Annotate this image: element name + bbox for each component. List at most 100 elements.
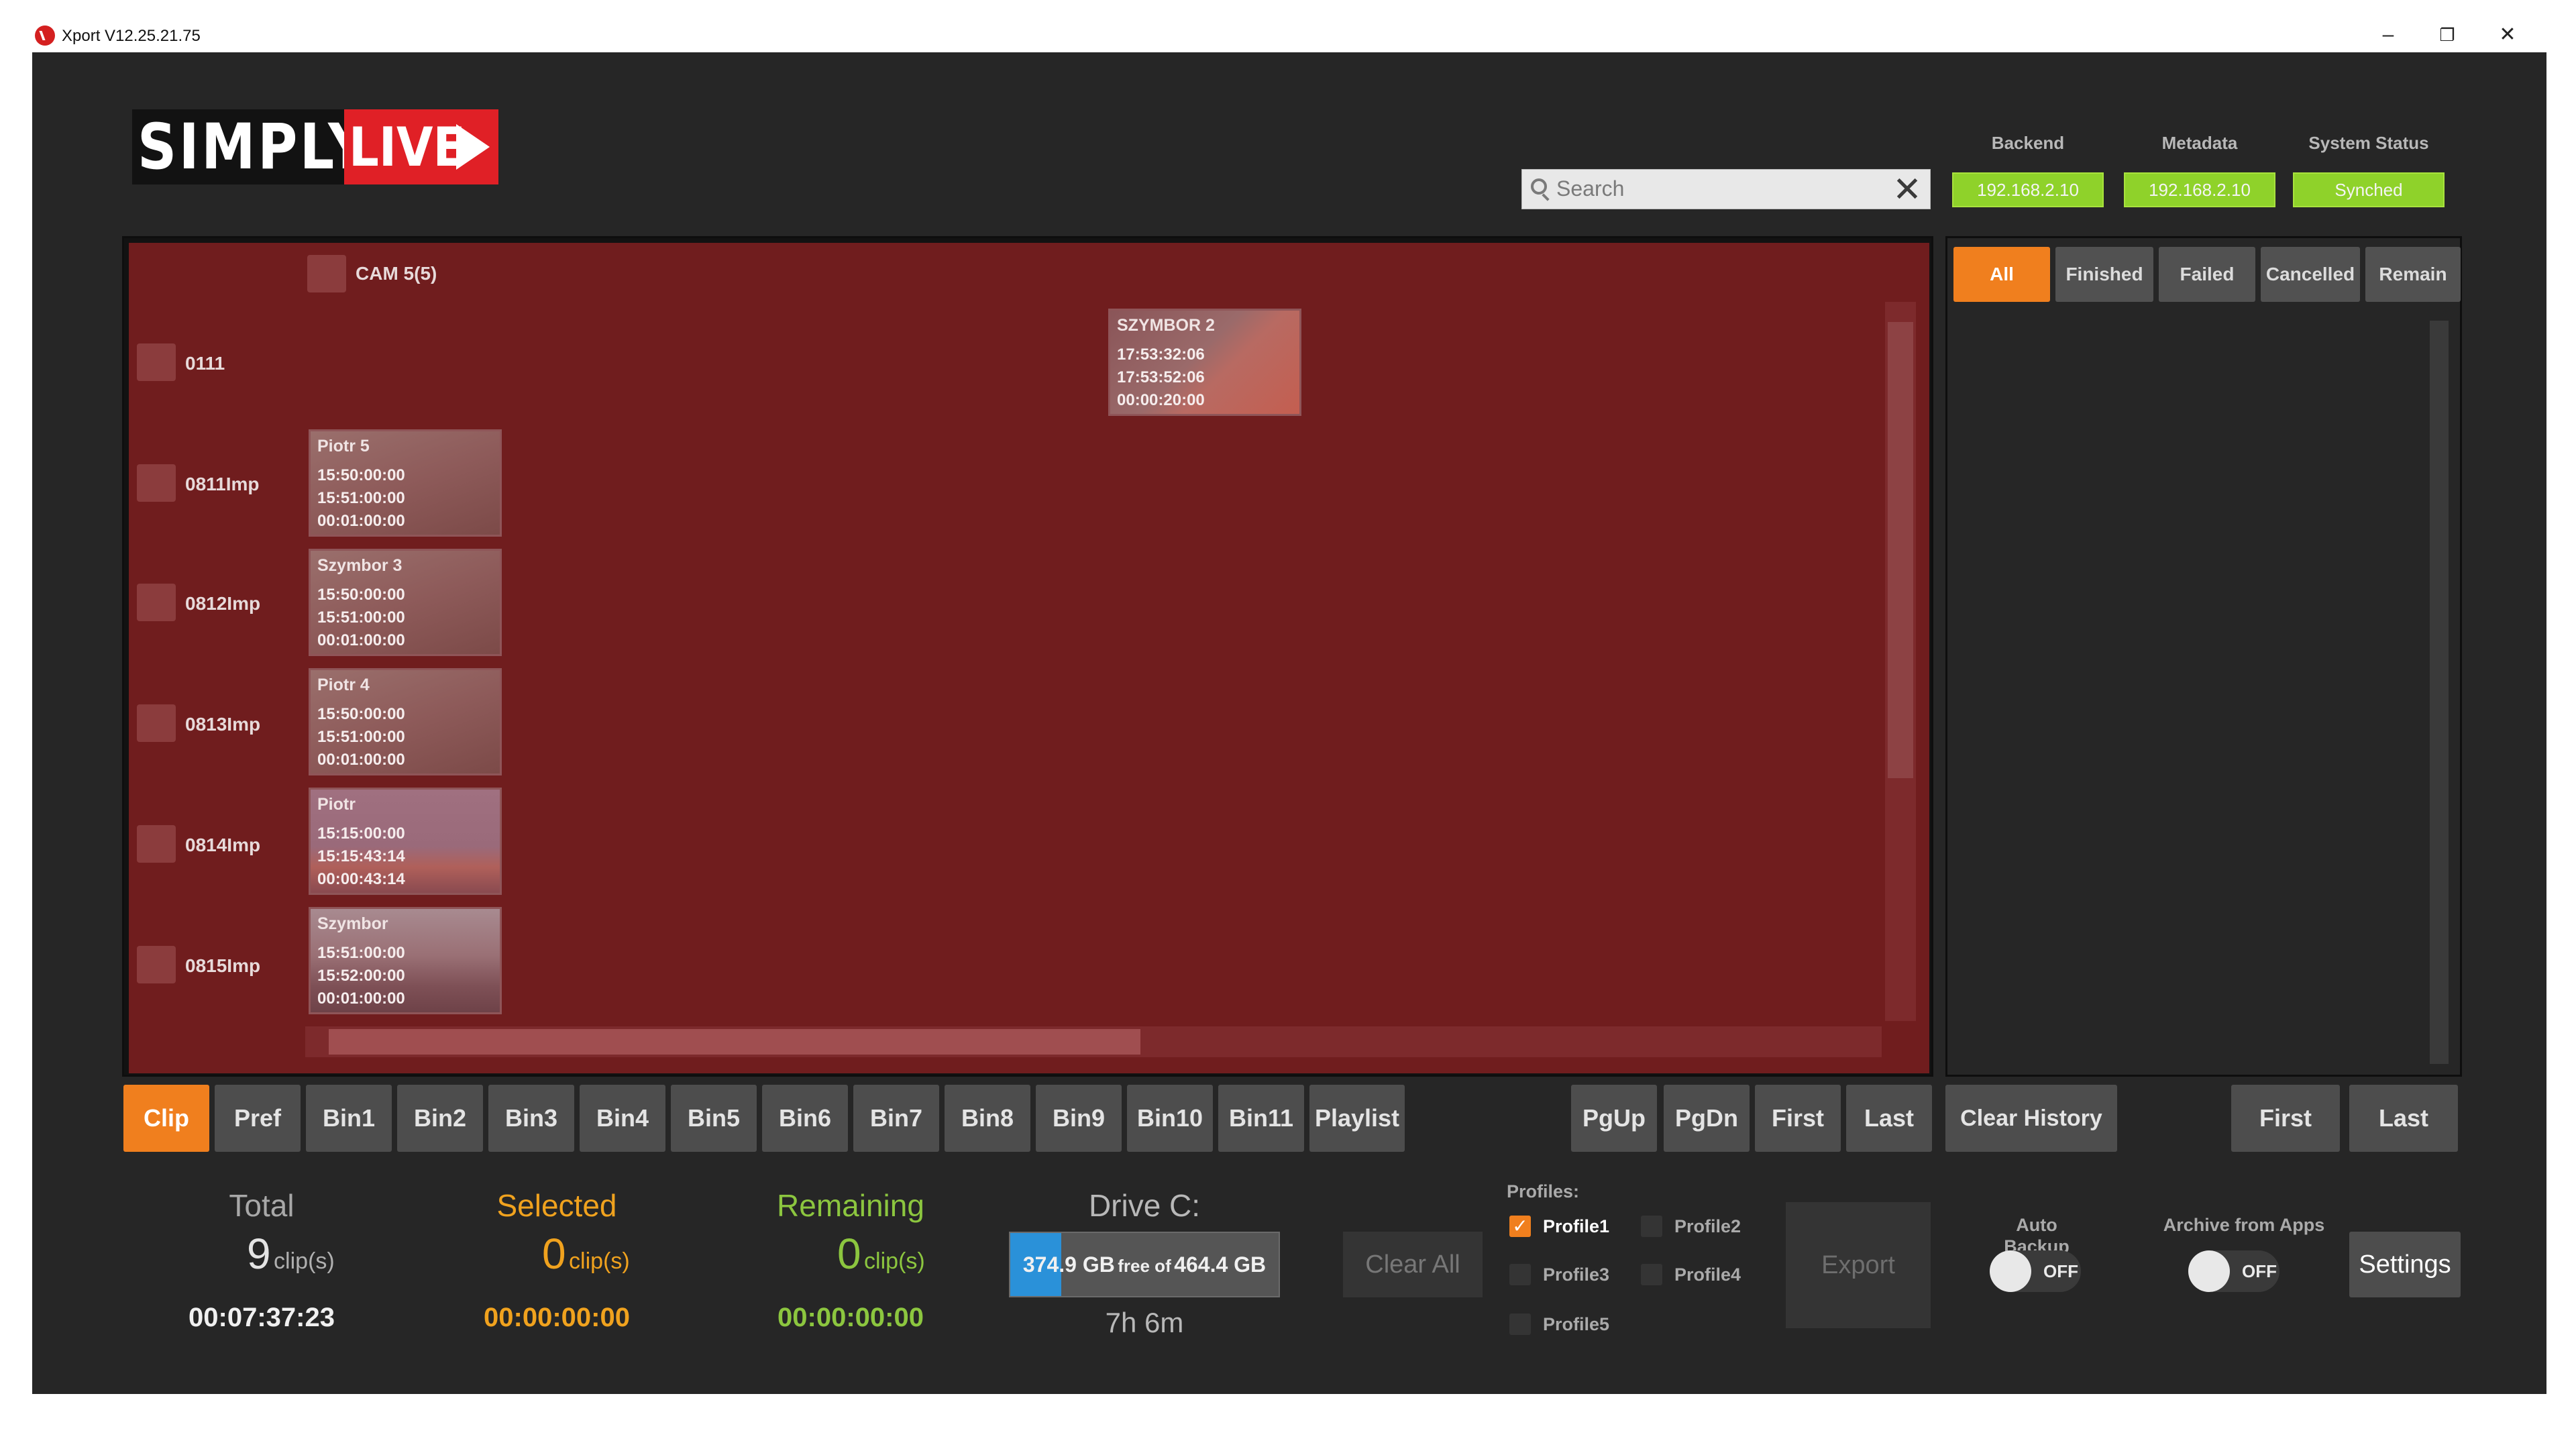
drive-time-left: 7h 6m <box>1105 1307 1184 1338</box>
filter-remain-button[interactable]: Remain <box>2365 247 2461 302</box>
restore-button[interactable]: ❐ <box>2427 21 2467 48</box>
selected-count: 0 <box>542 1230 566 1278</box>
tab-bin1[interactable]: Bin1 <box>306 1085 392 1152</box>
selected-unit: clip(s) <box>569 1248 630 1274</box>
clip-out-time: 15:51:00:00 <box>317 608 405 627</box>
clip-out-time: 15:51:00:00 <box>317 728 405 746</box>
page-down-button[interactable]: PgDn <box>1664 1085 1750 1152</box>
camera-checkbox[interactable] <box>307 255 346 292</box>
clip-out-time: 15:15:43:14 <box>317 847 405 865</box>
profile5-label: Profile5 <box>1543 1314 1610 1334</box>
first-page-button[interactable]: First <box>1755 1085 1841 1152</box>
history-scrollbar[interactable] <box>2430 321 2449 1064</box>
drive-usage-text: 374.9 GB free of 464.4 GB <box>1010 1233 1279 1296</box>
clip-in-time: 15:51:00:00 <box>317 944 405 962</box>
total-count-group: 9 clip(s) <box>247 1229 335 1279</box>
profile4-checkbox[interactable] <box>1641 1264 1662 1285</box>
clip-thumbnail[interactable]: Piotr 5 15:50:00:00 15:51:00:00 00:01:00… <box>309 429 502 537</box>
tab-bin11[interactable]: Bin11 <box>1218 1085 1304 1152</box>
clip-name: Piotr <box>317 795 356 814</box>
archive-toggle-knob[interactable] <box>2188 1250 2230 1292</box>
clear-history-button[interactable]: Clear History <box>1945 1085 2117 1152</box>
profile3-label: Profile3 <box>1543 1265 1610 1285</box>
row-checkbox[interactable] <box>137 946 176 983</box>
clip-duration: 00:00:20:00 <box>1117 391 1205 409</box>
tab-bin10[interactable]: Bin10 <box>1127 1085 1213 1152</box>
history-panel <box>1945 236 2462 1077</box>
clip-in-time: 17:53:32:06 <box>1117 345 1205 364</box>
metadata-label: Metadata <box>2161 133 2238 153</box>
tab-bin9[interactable]: Bin9 <box>1036 1085 1122 1152</box>
system-status: Synched <box>2293 172 2445 207</box>
clip-duration: 00:01:00:00 <box>317 631 405 649</box>
total-duration: 00:07:37:23 <box>189 1303 335 1332</box>
system-status-label: System Status <box>2308 133 2429 153</box>
logo-play-icon <box>456 124 490 170</box>
filter-finished-button[interactable]: Finished <box>2055 247 2153 302</box>
clip-vertical-scroll-thumb[interactable] <box>1888 322 1913 778</box>
tab-bin2[interactable]: Bin2 <box>397 1085 483 1152</box>
clip-name: Szymbor 3 <box>317 556 402 575</box>
clip-thumbnail[interactable]: SZYMBOR 2 17:53:32:06 17:53:52:06 00:00:… <box>1108 309 1301 416</box>
close-button[interactable]: ✕ <box>2487 21 2528 48</box>
drive-free: 374.9 GB <box>1022 1252 1115 1277</box>
minimize-button[interactable]: – <box>2368 21 2408 48</box>
profile5-checkbox[interactable] <box>1509 1313 1531 1335</box>
export-button[interactable]: Export <box>1786 1202 1931 1328</box>
tab-bin3[interactable]: Bin3 <box>488 1085 574 1152</box>
tab-bin4[interactable]: Bin4 <box>580 1085 665 1152</box>
page-up-button[interactable]: PgUp <box>1571 1085 1657 1152</box>
remaining-count: 0 <box>837 1230 861 1278</box>
clip-in-time: 15:15:00:00 <box>317 824 405 843</box>
archive-label: Archive from Apps <box>2163 1215 2325 1235</box>
clear-all-button[interactable]: Clear All <box>1343 1232 1483 1297</box>
clip-duration: 00:01:00:00 <box>317 751 405 769</box>
clear-search-icon[interactable]: ✕ <box>1890 172 1924 207</box>
settings-button[interactable]: Settings <box>2349 1232 2461 1297</box>
filter-cancelled-button[interactable]: Cancelled <box>2261 247 2360 302</box>
total-unit: clip(s) <box>274 1248 335 1274</box>
tab-bin5[interactable]: Bin5 <box>671 1085 757 1152</box>
clip-in-time: 15:50:00:00 <box>317 586 405 604</box>
search-input[interactable] <box>1555 172 1877 205</box>
clip-out-time: 17:53:52:06 <box>1117 368 1205 386</box>
profile4-label: Profile4 <box>1674 1265 1741 1285</box>
row-checkbox[interactable] <box>137 584 176 621</box>
tab-pref[interactable]: Pref <box>215 1085 301 1152</box>
row-checkbox[interactable] <box>137 464 176 502</box>
filter-failed-button[interactable]: Failed <box>2159 247 2255 302</box>
row-checkbox[interactable] <box>137 343 176 381</box>
clip-thumbnail[interactable]: Szymbor 15:51:00:00 15:52:00:00 00:01:00… <box>309 907 502 1014</box>
camera-label: CAM 5(5) <box>356 263 437 284</box>
row-label: 0812Imp <box>185 593 261 614</box>
tab-bin7[interactable]: Bin7 <box>853 1085 939 1152</box>
profile2-checkbox[interactable] <box>1641 1216 1662 1237</box>
logo-text-live: LIVE <box>349 116 466 178</box>
tab-bin6[interactable]: Bin6 <box>762 1085 848 1152</box>
clip-out-time: 15:51:00:00 <box>317 489 405 507</box>
history-first-button[interactable]: First <box>2231 1085 2340 1152</box>
remaining-duration: 00:00:00:00 <box>777 1303 924 1332</box>
clip-thumbnail[interactable]: Piotr 4 15:50:00:00 15:51:00:00 00:01:00… <box>309 668 502 775</box>
profile3-checkbox[interactable] <box>1509 1264 1531 1285</box>
backend-label: Backend <box>1991 133 2065 153</box>
row-checkbox[interactable] <box>137 704 176 742</box>
profile2-label: Profile2 <box>1674 1216 1741 1236</box>
auto-backup-toggle-knob[interactable] <box>1990 1250 2031 1292</box>
row-label: 0814Imp <box>185 835 261 855</box>
total-title: Total <box>229 1188 294 1223</box>
clip-thumbnail[interactable]: Szymbor 3 15:50:00:00 15:51:00:00 00:01:… <box>309 549 502 656</box>
remaining-count-group: 0 clip(s) <box>837 1229 925 1279</box>
last-page-button[interactable]: Last <box>1846 1085 1932 1152</box>
tab-bin8[interactable]: Bin8 <box>945 1085 1030 1152</box>
tab-playlist[interactable]: Playlist <box>1309 1085 1405 1152</box>
row-checkbox[interactable] <box>137 825 176 863</box>
filter-all-button[interactable]: All <box>1953 247 2050 302</box>
clip-thumbnail[interactable]: Piotr 15:15:00:00 15:15:43:14 00:00:43:1… <box>309 788 502 895</box>
row-label: 0111 <box>185 353 225 374</box>
profile1-checkbox[interactable]: ✓ <box>1509 1216 1531 1237</box>
history-last-button[interactable]: Last <box>2349 1085 2458 1152</box>
tab-clip[interactable]: Clip <box>123 1085 209 1152</box>
remaining-unit: clip(s) <box>864 1248 925 1274</box>
clip-horizontal-scroll-thumb[interactable] <box>329 1029 1140 1055</box>
